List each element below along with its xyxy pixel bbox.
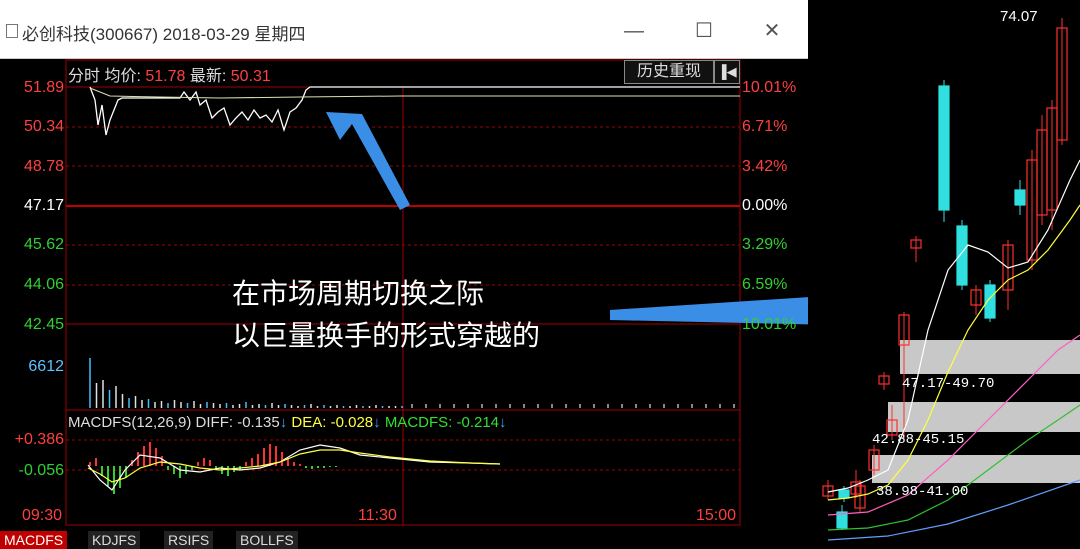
zone-label: 42.88-45.15 (872, 432, 965, 448)
tab-rsifs[interactable]: RSIFS (164, 531, 214, 549)
pct-label: 3.29% (742, 236, 788, 253)
pct-label: 6.59% (742, 276, 788, 293)
candles (822, 18, 1068, 530)
pct-label: 6.71% (742, 118, 788, 135)
pct-label: 10.01% (742, 316, 797, 333)
time-label: 15:00 (696, 507, 737, 524)
macd-axis-label: +0.386 (14, 431, 64, 448)
macd-diff: DIFF: -0.135 (195, 414, 280, 431)
annotation-line-2: 以巨量换手的形式穿越的 (232, 320, 541, 351)
kline-high-label: 74.07 (1000, 8, 1038, 25)
intraday-window: 必创科技(300667) 2018-03-29 星期四 — ☐ ✕ 51.89 … (0, 0, 808, 549)
macd-axis-label: -0.056 (18, 462, 64, 479)
annotation-line-1: 在市场周期切换之际 (232, 278, 485, 309)
pct-label: 3.42% (742, 158, 788, 175)
macd-infobar: MACDFS(12,26,9) DIFF: -0.135↓ DEA: -0.02… (68, 414, 507, 431)
price-line (89, 86, 740, 136)
zone-label: 38.98-41.00 (876, 484, 969, 500)
time-label: 11:30 (358, 507, 397, 524)
history-replay-button[interactable]: 历史重现 (624, 60, 714, 84)
zone-band (900, 340, 1080, 374)
tab-bollfs[interactable]: BOLLFS (236, 531, 298, 549)
avg-label: 均价: (104, 68, 141, 85)
price-label: 45.62 (23, 236, 64, 253)
tab-macdfs[interactable]: MACDFS (0, 531, 68, 549)
price-label: 48.78 (23, 158, 64, 175)
avg-value: 51.78 (145, 68, 186, 85)
pct-label: 10.01% (742, 79, 797, 96)
price-label: 42.45 (23, 316, 64, 333)
macd-macdfs: MACDFS: -0.214 (384, 414, 500, 431)
volume-label: 6612 (28, 358, 64, 375)
candle-body (938, 85, 950, 211)
candle-body (956, 225, 968, 286)
last-label: 最新: (189, 68, 227, 85)
quote-infobar: 分时 均价: 51.78 最新: 50.31 (68, 62, 271, 86)
indicator-tabs: MACDFS KDJFS RSIFS BOLLFS (0, 531, 808, 549)
down-arrow-icon: ↓ (373, 414, 381, 431)
zone-label: 47.17-49.70 (902, 376, 995, 392)
volume-bars (89, 358, 735, 408)
candle-body (838, 489, 850, 499)
tab-kdjfs[interactable]: KDJFS (88, 531, 141, 549)
last-value: 50.31 (230, 68, 271, 85)
time-label: 09:30 (22, 507, 63, 524)
candle-body (1014, 189, 1026, 206)
down-arrow-icon: ↓ (499, 414, 507, 431)
intraday-tab-label: 分时 (68, 68, 101, 85)
zone-band (888, 402, 1080, 432)
price-label: 50.34 (23, 118, 64, 135)
macd-name: MACDFS(12,26,9) (68, 414, 192, 431)
kline-chart (822, 18, 1080, 541)
pct-label: 0.00% (742, 197, 788, 214)
macd-dea: DEA: -0.028 (291, 414, 374, 431)
replay-arrow-icon[interactable]: ▐◀ (714, 60, 740, 84)
price-label: 47.17 (23, 197, 64, 214)
down-arrow-icon: ↓ (279, 414, 288, 431)
price-label: 51.89 (23, 79, 64, 96)
price-label: 44.06 (23, 276, 64, 293)
